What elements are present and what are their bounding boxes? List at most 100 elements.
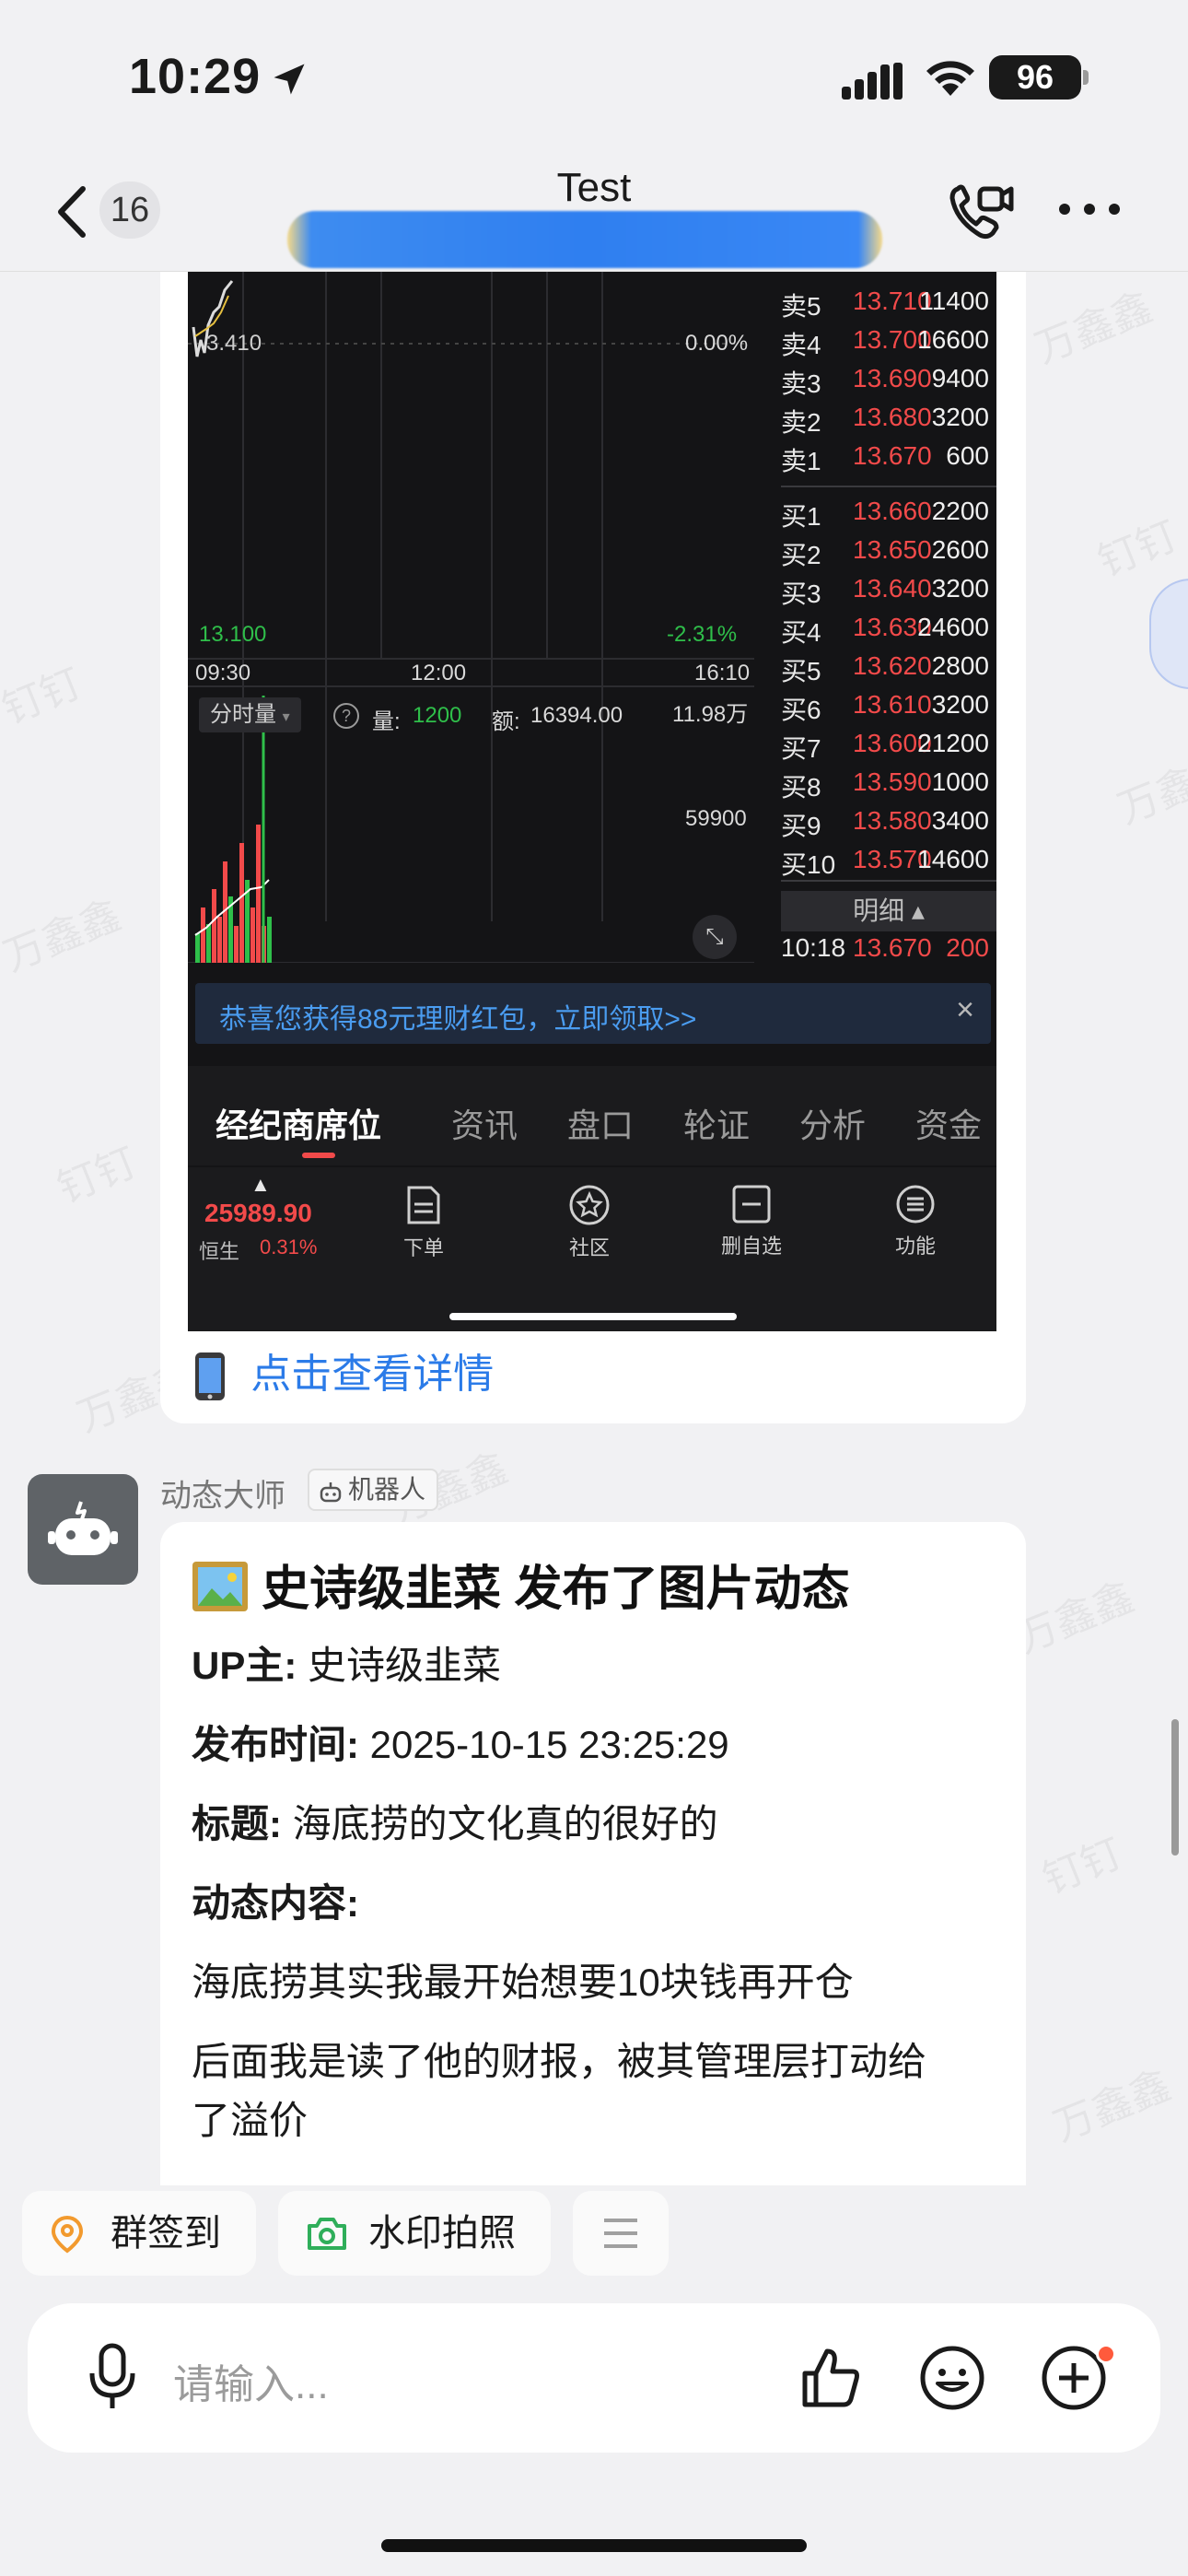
index-name: 恒生	[199, 1240, 240, 1263]
amount-label: 额:	[492, 709, 520, 734]
robot-tag: 机器人	[308, 1469, 439, 1511]
home-indicator[interactable]	[381, 2539, 807, 2552]
active-tab-underline	[302, 1153, 335, 1158]
post-author-label: UP主:	[192, 1644, 297, 1687]
robot-icon	[48, 1501, 118, 1555]
stock-tab-bar: 经纪商席位 资讯 盘口 轮证 分析 资金	[188, 1066, 996, 1165]
order-row-sell: 卖2 13.680 3200	[781, 403, 989, 437]
tab-broker-seats[interactable]: 经纪商席位	[215, 1099, 381, 1147]
emoji-icon[interactable]	[919, 2345, 985, 2411]
tab-order-book[interactable]: 盘口	[567, 1099, 634, 1147]
watermark: 钉钉	[0, 660, 88, 733]
volume-mode-select[interactable]: 分时量 ▾	[199, 697, 301, 732]
post-title-value: 海底捞的文化真的很好的	[292, 1802, 718, 1845]
robot-avatar[interactable]	[28, 1474, 138, 1585]
community-label: 社区	[568, 1236, 610, 1259]
order-row-buy: 买5 13.620 2800	[781, 651, 989, 685]
chart-price-low: 13.100	[199, 622, 267, 647]
fullscreen-icon[interactable]: ⤡	[693, 915, 737, 959]
more-actions-button[interactable]	[573, 2191, 669, 2276]
order-row-buy: 买10 13.570 14600	[781, 845, 989, 879]
redaction-scribble	[287, 211, 882, 268]
promo-banner[interactable]: 恭喜您获得88元理财红包，立即领取>> ×	[195, 983, 991, 1044]
message-input[interactable]: 请输入...	[173, 2351, 329, 2410]
chart-pct-low: -2.31%	[667, 622, 738, 647]
post-time-value: 2025-10-15 23:25:29	[369, 1723, 729, 1766]
order-row-buy: 买1 13.660 2200	[781, 497, 989, 531]
stock-screenshot-image[interactable]: 3.410 0.00% 13.100 -2.31% 09:30 12:00 16…	[188, 272, 996, 1331]
order-row-sell: 卖4 13.700 16600	[781, 325, 989, 359]
thumbs-up-icon[interactable]	[799, 2346, 864, 2410]
document-icon	[407, 1186, 440, 1224]
tab-analysis[interactable]: 分析	[799, 1099, 866, 1147]
robot-small-icon	[320, 1481, 342, 1502]
watermark: 钉钉	[1091, 512, 1184, 586]
chart-time-mid: 12:00	[411, 661, 467, 685]
status-time: 10:29	[129, 49, 262, 104]
check-in-label: 群签到	[111, 2213, 221, 2254]
post-author-value: 史诗级韭菜	[308, 1644, 502, 1687]
post-headline-text: 史诗级韭菜 发布了图片动态	[262, 1563, 850, 1616]
order-row-buy: 买2 13.650 2600	[781, 535, 989, 569]
post-content-line: 海底捞其实我最开始想要10块钱再开仓	[192, 1961, 854, 2004]
message-bubble-robot[interactable]: 史诗级韭菜 发布了图片动态 UP主: 史诗级韭菜 发布时间: 2025-10-1…	[160, 1522, 1026, 2185]
promo-banner-text[interactable]: 恭喜您获得88元理财红包，立即领取>>	[219, 996, 696, 1036]
volume-axis-top: 11.98万	[672, 702, 749, 727]
embedded-home-indicator	[449, 1313, 737, 1320]
tab-capital[interactable]: 资金	[915, 1099, 982, 1147]
check-in-button[interactable]: 群签到	[22, 2191, 256, 2276]
notification-dot	[1096, 2344, 1116, 2364]
watermark-camera-button[interactable]: 水印拍照	[278, 2191, 551, 2276]
cellular-signal-icon	[842, 63, 903, 100]
post-content-label: 动态内容:	[192, 1881, 359, 1925]
order-row-buy: 买7 13.600 21200	[781, 729, 989, 763]
help-icon[interactable]: ?	[333, 703, 359, 729]
close-icon[interactable]: ×	[956, 992, 974, 1028]
battery-indicator: 96	[989, 55, 1081, 100]
sender-name[interactable]: 动态大师	[160, 1470, 285, 1516]
more-options-icon[interactable]	[1057, 202, 1122, 217]
order-row-buy: 买8 13.590 1000	[781, 767, 989, 802]
stock-bottom-bar: ▲ 25989.90 恒生 0.31% 下单 社区 删自选 功能	[188, 1167, 996, 1331]
order-book: 卖5 13.710 11400 卖4 13.700 16600 卖3 13.690 9400…	[781, 272, 996, 972]
volume-value: 1200	[413, 703, 462, 728]
microphone-icon[interactable]	[85, 2342, 140, 2416]
scroll-indicator[interactable]	[1171, 1719, 1179, 1856]
order-book-divider	[781, 486, 996, 487]
tab-news[interactable]: 资讯	[451, 1099, 518, 1147]
post-headline: 史诗级韭菜 发布了图片动态	[192, 1550, 849, 1619]
tab-warrants[interactable]: 轮证	[683, 1099, 750, 1147]
community-button[interactable]: 社区	[534, 1184, 645, 1261]
community-star-icon	[569, 1185, 610, 1225]
order-row-buy: 买3 13.640 3200	[781, 574, 989, 608]
menu-circle-icon	[896, 1185, 935, 1224]
index-caret-icon: ▲	[250, 1173, 271, 1196]
chart-pct-top: 0.00%	[685, 331, 749, 356]
chat-header: 16 Test	[0, 152, 1188, 272]
intraday-chart	[188, 272, 754, 963]
trade-detail-toggle[interactable]: 明细 ▴	[781, 891, 996, 931]
robot-tag-label: 机器人	[348, 1475, 426, 1504]
view-details-link[interactable]: 点击查看详情	[193, 1341, 494, 1402]
index-value[interactable]: 25989.90	[204, 1199, 312, 1228]
message-bubble-stock[interactable]: 3.410 0.00% 13.100 -2.31% 09:30 12:00 16…	[160, 272, 1026, 1423]
post-content-line: 后面我是读了他的财报，被其管理层打动给	[192, 2040, 927, 2083]
video-call-icon[interactable]	[945, 180, 1015, 244]
place-order-button[interactable]: 下单	[368, 1184, 479, 1261]
floating-assistant-button[interactable]	[1149, 579, 1188, 689]
remove-watchlist-button[interactable]: 删自选	[696, 1184, 807, 1259]
wifi-icon	[926, 61, 974, 96]
post-title-label: 标题:	[192, 1802, 282, 1845]
chart-price-top: 3.410	[206, 331, 262, 356]
camera-icon	[308, 2218, 346, 2250]
order-row-buy: 买4 13.630 24600	[781, 613, 989, 647]
post-author-line: UP主: 史诗级韭菜	[192, 1634, 501, 1691]
index-pct: 0.31%	[260, 1235, 318, 1259]
order-row-sell: 卖5 13.710 11400	[781, 287, 989, 321]
functions-label: 功能	[894, 1235, 936, 1258]
volume-axis-mid: 59900	[685, 806, 747, 831]
battery-tip	[1083, 70, 1089, 85]
functions-button[interactable]: 功能	[860, 1184, 971, 1259]
view-details-text[interactable]: 点击查看详情	[250, 1352, 494, 1397]
minus-square-icon	[732, 1185, 771, 1224]
